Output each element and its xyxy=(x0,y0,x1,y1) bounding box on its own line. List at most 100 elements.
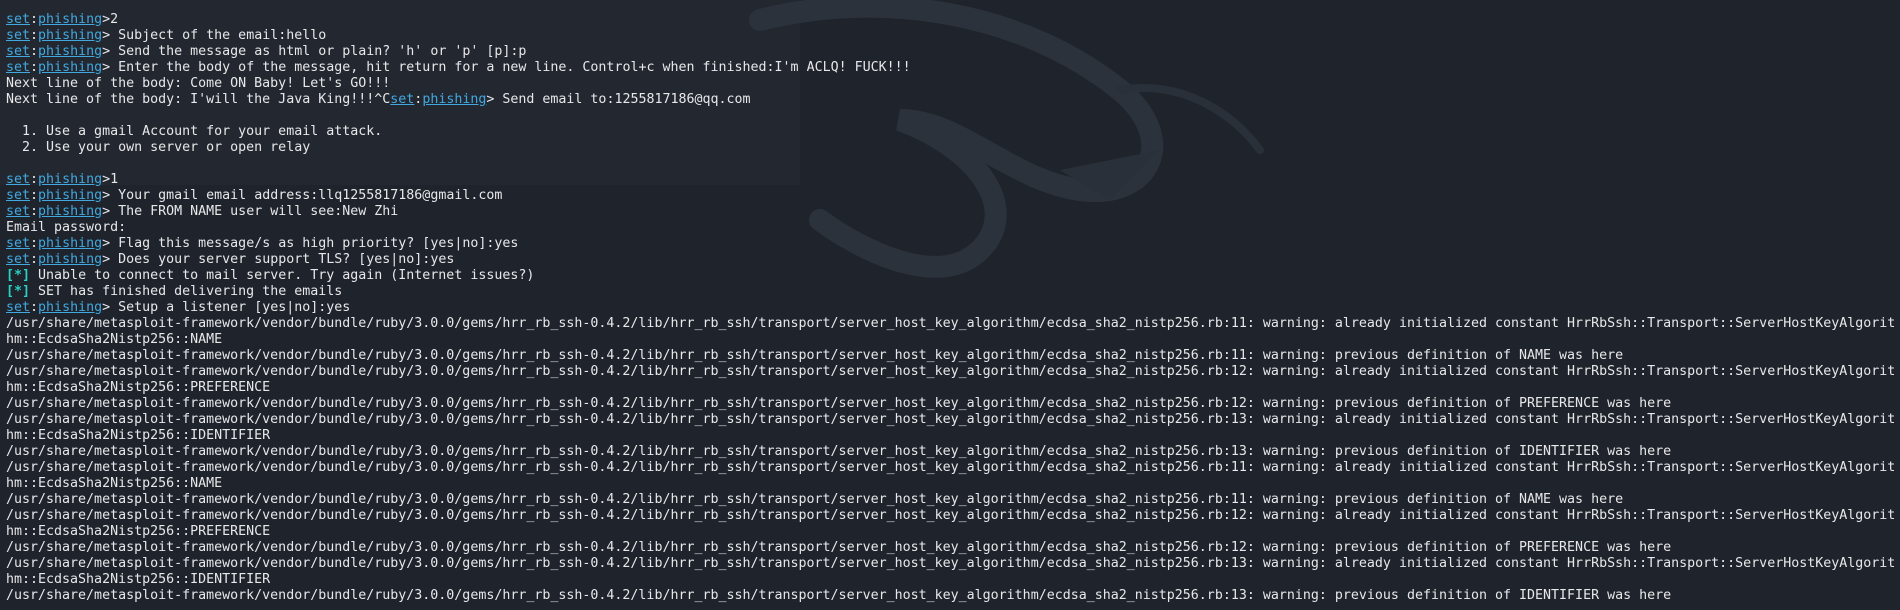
line-text: 1. Use a gmail Account for your email at… xyxy=(6,124,383,139)
prompt-module-link[interactable]: phishing xyxy=(38,28,102,43)
line-text: hm::EcdsaSha2Nistp256::IDENTIFIER xyxy=(6,428,271,443)
terminal-window[interactable]: set:phishing>2 set:phishing> Subject of t… xyxy=(0,0,1900,610)
terminal-line: Email password: xyxy=(6,220,1900,236)
terminal-line: hm::EcdsaSha2Nistp256::NAME xyxy=(6,476,1900,492)
terminal-line: /usr/share/metasploit-framework/vendor/b… xyxy=(6,460,1900,476)
prompt-module-link[interactable]: phishing xyxy=(38,12,102,27)
terminal-line: set:phishing> Send the message as html o… xyxy=(6,44,1900,60)
terminal-line: set:phishing> Setup a listener [yes|no]:… xyxy=(6,300,1900,316)
line-text: /usr/share/metasploit-framework/vendor/b… xyxy=(6,460,1896,475)
terminal-line: hm::EcdsaSha2Nistp256::NAME xyxy=(6,332,1900,348)
line-text: : xyxy=(30,300,39,315)
line-text: Next line of the body: Come ON Baby! Let… xyxy=(6,76,391,91)
line-text: /usr/share/metasploit-framework/vendor/b… xyxy=(6,364,1896,379)
prompt-set-link[interactable]: set xyxy=(6,188,30,203)
line-text: : xyxy=(30,28,39,43)
line-text: hm::EcdsaSha2Nistp256::PREFERENCE xyxy=(6,380,271,395)
line-text: > Flag this message/s as high priority? … xyxy=(102,236,519,251)
line-text: : xyxy=(30,252,39,267)
line-text: /usr/share/metasploit-framework/vendor/b… xyxy=(6,412,1896,427)
prompt-set-link[interactable]: set xyxy=(6,204,30,219)
line-text: /usr/share/metasploit-framework/vendor/b… xyxy=(6,348,1624,363)
terminal-line: 1. Use a gmail Account for your email at… xyxy=(6,124,1900,140)
terminal-line: set:phishing> The FROM NAME user will se… xyxy=(6,204,1900,220)
line-text: SET has finished delivering the emails xyxy=(30,284,343,299)
line-text: > The FROM NAME user will see:New Zhi xyxy=(102,204,399,219)
terminal-line: hm::EcdsaSha2Nistp256::PREFERENCE xyxy=(6,380,1900,396)
terminal-line: /usr/share/metasploit-framework/vendor/b… xyxy=(6,508,1900,524)
line-text: > Setup a listener [yes|no]:yes xyxy=(102,300,351,315)
terminal-line: /usr/share/metasploit-framework/vendor/b… xyxy=(6,316,1900,332)
prompt-set-link[interactable]: set xyxy=(6,252,30,267)
terminal-line: set:phishing> Enter the body of the mess… xyxy=(6,60,1900,76)
line-text: /usr/share/metasploit-framework/vendor/b… xyxy=(6,588,1672,603)
line-text: /usr/share/metasploit-framework/vendor/b… xyxy=(6,540,1672,555)
terminal-output: set:phishing>2 set:phishing> Subject of t… xyxy=(6,12,1900,604)
prompt-set-link[interactable]: set xyxy=(390,92,414,107)
terminal-line: /usr/share/metasploit-framework/vendor/b… xyxy=(6,588,1900,604)
line-text: : xyxy=(30,172,39,187)
prompt-module-link[interactable]: phishing xyxy=(38,60,102,75)
prompt-set-link[interactable]: set xyxy=(6,28,30,43)
line-text: Email password: xyxy=(6,220,127,235)
line-text: >1 xyxy=(102,172,119,187)
line-text: > Does your server support TLS? [yes|no]… xyxy=(102,252,455,267)
line-text: /usr/share/metasploit-framework/vendor/b… xyxy=(6,556,1896,571)
status-marker: [*] xyxy=(6,268,31,283)
line-text: /usr/share/metasploit-framework/vendor/b… xyxy=(6,316,1896,331)
line-text: > Your gmail email address:llq1255817186… xyxy=(102,188,503,203)
prompt-set-link[interactable]: set xyxy=(6,12,30,27)
prompt-module-link[interactable]: phishing xyxy=(38,188,102,203)
line-text: > Send the message as html or plain? 'h'… xyxy=(102,44,527,59)
terminal-line: set:phishing>2 xyxy=(6,12,1900,28)
terminal-line: set:phishing> Does your server support T… xyxy=(6,252,1900,268)
line-text: : xyxy=(30,60,39,75)
terminal-line: /usr/share/metasploit-framework/vendor/b… xyxy=(6,492,1900,508)
line-text: /usr/share/metasploit-framework/vendor/b… xyxy=(6,508,1896,523)
line-text: /usr/share/metasploit-framework/vendor/b… xyxy=(6,444,1672,459)
prompt-set-link[interactable]: set xyxy=(6,236,30,251)
terminal-line: set:phishing>1 xyxy=(6,172,1900,188)
terminal-line: set:phishing> Your gmail email address:l… xyxy=(6,188,1900,204)
line-text: > Send email to:1255817186@qq.com xyxy=(486,92,751,107)
prompt-set-link[interactable]: set xyxy=(6,300,30,315)
line-text: /usr/share/metasploit-framework/vendor/b… xyxy=(6,396,1672,411)
prompt-module-link[interactable]: phishing xyxy=(38,300,102,315)
terminal-line: /usr/share/metasploit-framework/vendor/b… xyxy=(6,412,1900,428)
line-text: : xyxy=(30,188,39,203)
prompt-module-link[interactable]: phishing xyxy=(38,236,102,251)
line-text: : xyxy=(30,12,39,27)
terminal-line: hm::EcdsaSha2Nistp256::IDENTIFIER xyxy=(6,572,1900,588)
terminal-line: hm::EcdsaSha2Nistp256::PREFERENCE xyxy=(6,524,1900,540)
line-text: Unable to connect to mail server. Try ag… xyxy=(30,268,535,283)
terminal-line: /usr/share/metasploit-framework/vendor/b… xyxy=(6,364,1900,380)
prompt-module-link[interactable]: phishing xyxy=(38,252,102,267)
line-text: Next line of the body: I'will the Java K… xyxy=(6,92,391,107)
terminal-line: 2. Use your own server or open relay xyxy=(6,140,1900,156)
line-text: : xyxy=(30,44,39,59)
line-text: : xyxy=(30,236,39,251)
terminal-line: [*] SET has finished delivering the emai… xyxy=(6,284,1900,300)
line-text: hm::EcdsaSha2Nistp256::PREFERENCE xyxy=(6,524,271,539)
prompt-module-link[interactable]: phishing xyxy=(38,172,102,187)
terminal-line: hm::EcdsaSha2Nistp256::IDENTIFIER xyxy=(6,428,1900,444)
line-text: : xyxy=(30,204,39,219)
line-text: >2 xyxy=(102,12,119,27)
prompt-module-link[interactable]: phishing xyxy=(422,92,486,107)
terminal-line: set:phishing> Subject of the email:hello xyxy=(6,28,1900,44)
line-text: hm::EcdsaSha2Nistp256::IDENTIFIER xyxy=(6,572,271,587)
prompt-set-link[interactable]: set xyxy=(6,44,30,59)
terminal-line: /usr/share/metasploit-framework/vendor/b… xyxy=(6,348,1900,364)
terminal-line: /usr/share/metasploit-framework/vendor/b… xyxy=(6,540,1900,556)
prompt-module-link[interactable]: phishing xyxy=(38,204,102,219)
terminal-line: /usr/share/metasploit-framework/vendor/b… xyxy=(6,556,1900,572)
terminal-line: /usr/share/metasploit-framework/vendor/b… xyxy=(6,444,1900,460)
prompt-set-link[interactable]: set xyxy=(6,172,30,187)
terminal-line: set:phishing> Flag this message/s as hig… xyxy=(6,236,1900,252)
prompt-set-link[interactable]: set xyxy=(6,60,30,75)
line-text: hm::EcdsaSha2Nistp256::NAME xyxy=(6,476,223,491)
prompt-module-link[interactable]: phishing xyxy=(38,44,102,59)
terminal-line: Next line of the body: I'will the Java K… xyxy=(6,92,1900,108)
